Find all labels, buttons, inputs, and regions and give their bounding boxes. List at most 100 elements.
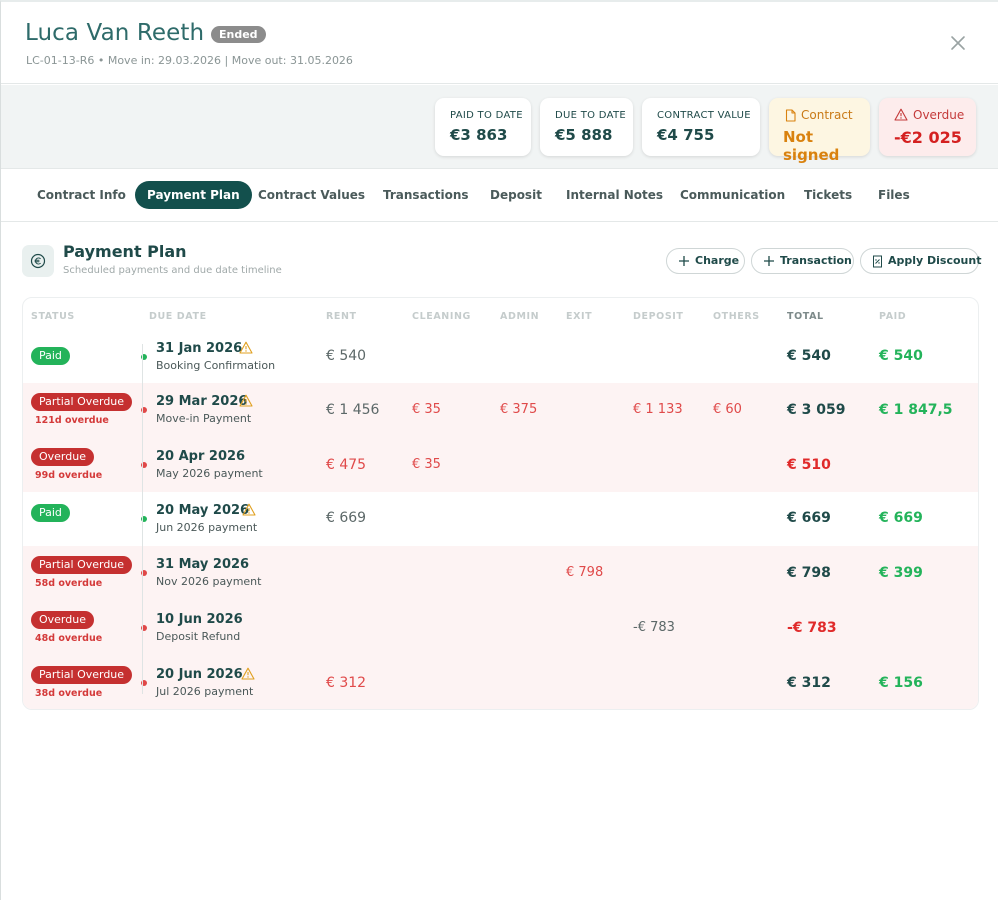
rent-value: € 540	[326, 348, 367, 364]
warning-icon	[239, 394, 253, 407]
deposit-value: € 1 133	[633, 402, 683, 417]
table-row[interactable]: Partial Overdue 38d overdue 20 Jun 2026 …	[23, 656, 978, 709]
charge-button[interactable]: Charge	[666, 248, 745, 274]
table-row[interactable]: Partial Overdue 121d overdue 29 Mar 2026…	[23, 383, 978, 438]
due-date: 31 Jan 2026	[156, 341, 243, 356]
table-header: STATUS DUE DATE RENT CLEANING ADMIN EXIT…	[23, 298, 978, 334]
summary-band: PAID TO DATE €3 863 DUE TO DATE €5 888 C…	[1, 85, 998, 169]
col-status: STATUS	[31, 311, 75, 322]
due-date: 31 May 2026	[156, 557, 250, 572]
col-paid: PAID	[879, 311, 907, 322]
status-pill: Overdue	[31, 448, 94, 466]
plus-icon	[764, 256, 774, 266]
table-row[interactable]: Paid 31 Jan 2026 Booking Confirmation € …	[23, 334, 978, 383]
due-date: 29 Mar 2026	[156, 394, 248, 409]
warning-icon	[239, 341, 253, 354]
table-row[interactable]: Overdue 48d overdue 10 Jun 2026 Deposit …	[23, 601, 978, 656]
rent-value: € 475	[326, 457, 367, 473]
status-pill: Paid	[31, 504, 70, 522]
status-pill: Paid	[31, 347, 70, 365]
days-overdue: 58d overdue	[35, 578, 103, 589]
payment-description: Jul 2026 payment	[156, 685, 254, 698]
total-value: € 3 059	[787, 402, 846, 418]
table-row[interactable]: Overdue 99d overdue 20 Apr 2026 May 2026…	[23, 438, 978, 492]
paid-value: € 399	[879, 565, 923, 581]
col-others: OTHERS	[713, 311, 760, 322]
payment-description: Booking Confirmation	[156, 359, 276, 372]
days-overdue: 48d overdue	[35, 633, 103, 644]
apply-discount-button[interactable]: Apply Discount	[860, 248, 981, 274]
contract-status-card[interactable]: Contract Not signed	[769, 98, 870, 164]
section-title: Payment Plan	[63, 242, 187, 261]
paid-value: € 669	[879, 510, 923, 526]
contract-value-card: CONTRACT VALUE €4 755	[642, 98, 760, 156]
overdue-label: Overdue	[913, 108, 965, 122]
tab-deposit[interactable]: Deposit	[478, 181, 554, 209]
tab-internal-notes[interactable]: Internal Notes	[554, 181, 675, 209]
charge-button-label: Charge	[695, 254, 740, 267]
status-pill: Partial Overdue	[31, 666, 133, 684]
cleaning-value: € 35	[412, 457, 441, 472]
payment-description: Deposit Refund	[156, 630, 241, 643]
warning-icon	[894, 108, 908, 121]
total-value: € 798	[787, 565, 831, 581]
contract-subline: LC-01-13-R6 • Move in: 29.03.2026 | Move…	[26, 54, 353, 67]
others-value: € 60	[713, 402, 742, 417]
col-total: TOTAL	[787, 311, 824, 322]
contract-value-label: CONTRACT VALUE	[657, 110, 751, 121]
payment-description: Jun 2026 payment	[156, 521, 258, 534]
tab-bar: Contract Info Payment Plan Contract Valu…	[1, 170, 998, 222]
col-admin: ADMIN	[500, 311, 540, 322]
payment-plan-table: STATUS DUE DATE RENT CLEANING ADMIN EXIT…	[22, 297, 979, 710]
warning-icon	[241, 667, 255, 680]
status-badge: Ended	[211, 26, 266, 43]
paid-value: € 540	[879, 348, 923, 364]
paid-to-date-value: €3 863	[450, 126, 508, 144]
rent-value: € 669	[326, 510, 367, 526]
document-icon	[785, 109, 796, 122]
due-date: 10 Jun 2026	[156, 612, 243, 627]
paid-to-date-card: PAID TO DATE €3 863	[435, 98, 531, 156]
table-row[interactable]: Partial Overdue 58d overdue 31 May 2026 …	[23, 546, 978, 601]
tab-tickets[interactable]: Tickets	[792, 181, 864, 209]
exit-value: € 798	[566, 565, 604, 580]
due-to-date-label: DUE TO DATE	[555, 110, 626, 121]
tab-payment-plan[interactable]: Payment Plan	[135, 181, 252, 209]
paid-to-date-label: PAID TO DATE	[450, 110, 523, 121]
close-icon[interactable]	[947, 32, 969, 54]
tab-files[interactable]: Files	[866, 181, 922, 209]
tab-transactions[interactable]: Transactions	[371, 181, 481, 209]
col-exit: EXIT	[566, 311, 593, 322]
due-date: 20 Apr 2026	[156, 449, 246, 464]
rent-value: € 1 456	[326, 402, 380, 418]
due-date: 20 May 2026	[156, 503, 250, 518]
contract-status-label: Contract	[801, 108, 853, 122]
overdue-card[interactable]: Overdue -€2 025	[879, 98, 976, 156]
tab-contract-info[interactable]: Contract Info	[25, 181, 138, 209]
receipt-icon	[873, 255, 882, 268]
tenant-name: Luca Van Reeth	[25, 20, 205, 46]
due-date: 20 Jun 2026	[156, 667, 243, 682]
payment-description: May 2026 payment	[156, 467, 263, 480]
drawer-header: Luca Van Reeth Ended LC-01-13-R6 • Move …	[1, 2, 998, 84]
contract-drawer: Luca Van Reeth Ended LC-01-13-R6 • Move …	[0, 0, 998, 900]
days-overdue: 121d overdue	[35, 415, 109, 426]
deposit-value: -€ 783	[633, 620, 675, 635]
total-value: € 312	[787, 675, 831, 691]
payment-description: Move-in Payment	[156, 412, 252, 425]
table-row[interactable]: Paid 20 May 2026 Jun 2026 payment € 669 …	[23, 492, 978, 546]
timeline-line	[142, 344, 143, 694]
tab-communication[interactable]: Communication	[668, 181, 797, 209]
total-value: € 669	[787, 510, 831, 526]
rent-value: € 312	[326, 675, 367, 691]
status-pill: Partial Overdue	[31, 556, 133, 574]
status-pill: Partial Overdue	[31, 393, 133, 411]
total-value: € 540	[787, 348, 831, 364]
contract-value-value: €4 755	[657, 126, 715, 144]
transaction-button[interactable]: Transaction	[751, 248, 854, 274]
total-value: -€ 783	[787, 620, 837, 636]
plus-icon	[679, 256, 689, 266]
admin-value: € 375	[500, 402, 538, 417]
col-rent: RENT	[326, 311, 357, 322]
tab-contract-values[interactable]: Contract Values	[246, 181, 377, 209]
